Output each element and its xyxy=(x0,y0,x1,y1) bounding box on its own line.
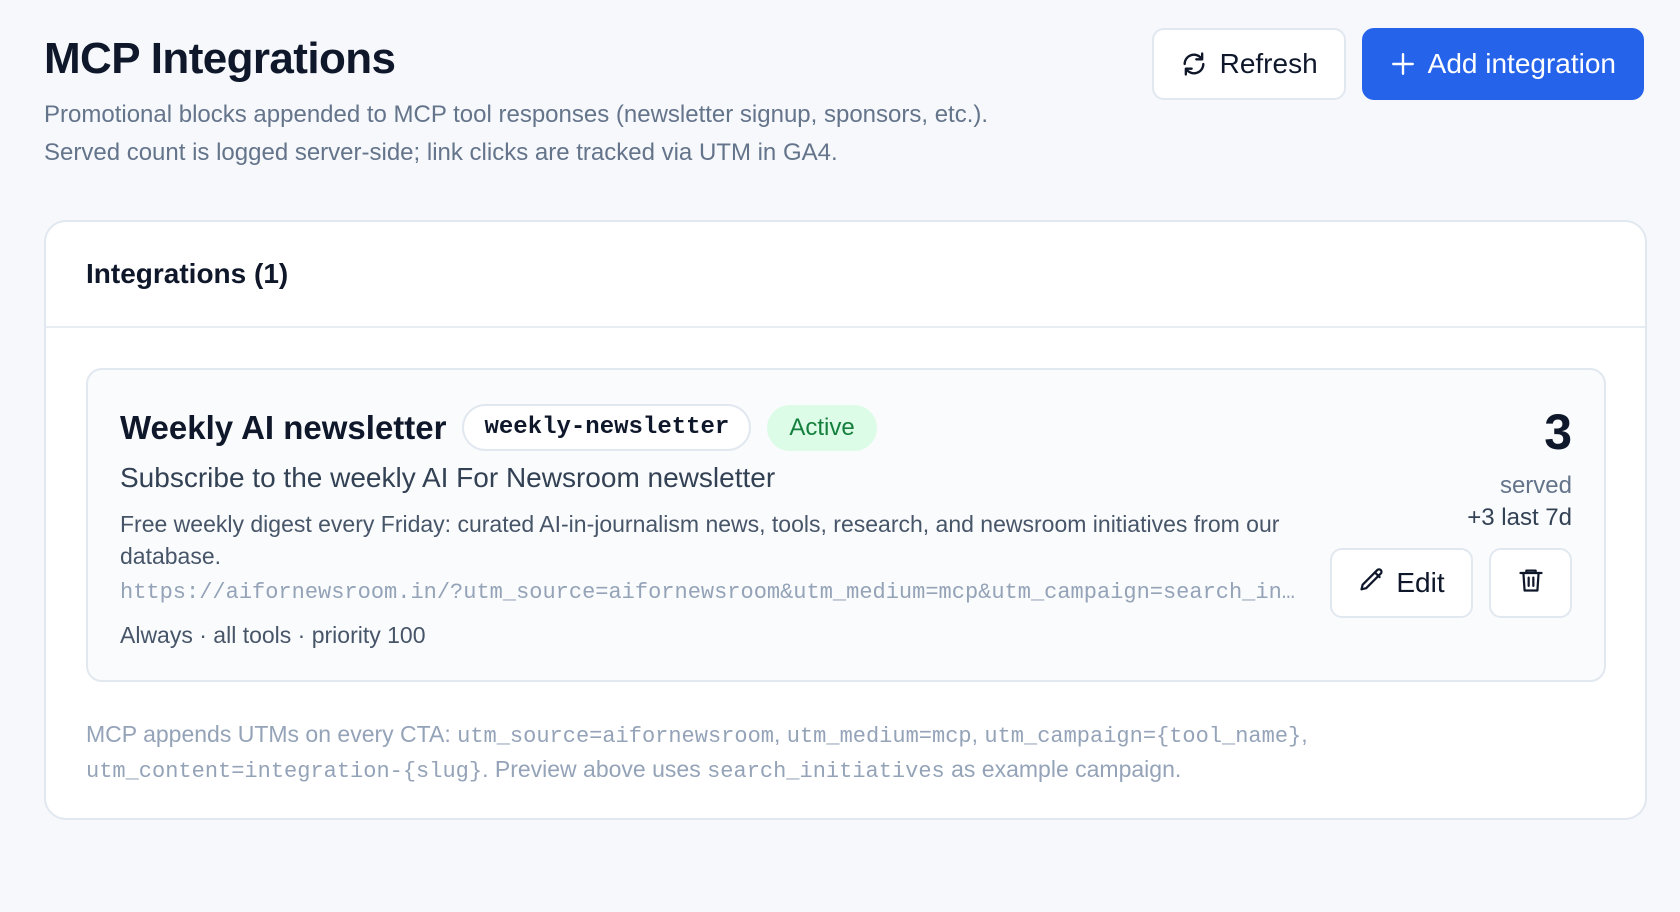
integrations-count-title: Integrations (1) xyxy=(86,258,289,289)
edit-button[interactable]: Edit xyxy=(1330,548,1473,618)
footnote-separator: , xyxy=(773,721,787,747)
integrations-card: Integrations (1) Weekly AI newsletter we… xyxy=(44,220,1647,820)
page-header: MCP Integrations Promotional blocks appe… xyxy=(44,28,1644,180)
subtitle-line-1: Promotional blocks appended to MCP tool … xyxy=(44,101,989,128)
footnote-suffix: as example campaign. xyxy=(944,756,1182,782)
integration-slug-badge: weekly-newsletter xyxy=(462,404,752,451)
delete-button[interactable] xyxy=(1489,548,1572,618)
integration-meta: Always · all tools · priority 100 xyxy=(120,622,426,648)
served-stats: 3 served +3 last 7d xyxy=(1467,406,1572,532)
served-label: served xyxy=(1499,472,1572,499)
utm-footnote: MCP appends UTMs on every CTA: utm_sourc… xyxy=(86,718,1586,788)
integration-heading: Weekly AI newsletter weekly-newsletter A… xyxy=(120,404,877,451)
edit-label: Edit xyxy=(1396,567,1445,598)
header-actions: Refresh Add integration xyxy=(1151,28,1644,100)
subtitle-line-2: Served count is logged server-side; link… xyxy=(44,139,838,166)
utm-campaign-code: utm_campaign={tool_name} xyxy=(984,724,1302,749)
integration-item: Weekly AI newsletter weekly-newsletter A… xyxy=(86,368,1606,682)
example-campaign-code: search_initiatives xyxy=(707,759,945,784)
integration-headline: Subscribe to the weekly AI For Newsroom … xyxy=(120,462,776,493)
page-subtitle: Promotional blocks appended to MCP tool … xyxy=(44,96,1164,172)
footnote-prefix: MCP appends UTMs on every CTA: xyxy=(86,721,458,747)
served-count: 3 xyxy=(1544,404,1572,460)
integration-description: Free weekly digest every Friday: curated… xyxy=(120,511,1280,569)
refresh-icon xyxy=(1180,50,1208,78)
add-integration-button[interactable]: Add integration xyxy=(1361,28,1644,100)
pencil-icon xyxy=(1358,566,1386,601)
footnote-separator: , xyxy=(971,721,985,747)
integration-name: Weekly AI newsletter xyxy=(120,408,447,446)
served-delta: +3 last 7d xyxy=(1467,504,1572,531)
page-title: MCP Integrations xyxy=(44,34,396,83)
utm-source-code: utm_source=aifornewsroom xyxy=(457,724,774,749)
integration-url: https://aifornewsroom.in/?utm_source=aif… xyxy=(120,580,1305,605)
utm-content-code: utm_content=integration-{slug} xyxy=(86,759,483,784)
footnote-middle: . Preview above uses xyxy=(482,756,708,782)
refresh-button[interactable]: Refresh xyxy=(1151,28,1346,100)
page: MCP Integrations Promotional blocks appe… xyxy=(0,0,1680,912)
trash-icon xyxy=(1517,566,1545,601)
integration-actions: Edit xyxy=(1330,548,1572,618)
utm-medium-code: utm_medium=mcp xyxy=(786,724,972,749)
card-header: Integrations (1) xyxy=(46,222,1645,328)
add-integration-label: Add integration xyxy=(1427,48,1616,79)
status-badge: Active xyxy=(767,404,877,451)
refresh-label: Refresh xyxy=(1219,48,1318,79)
footnote-separator: , xyxy=(1301,721,1308,747)
plus-icon xyxy=(1390,51,1416,77)
